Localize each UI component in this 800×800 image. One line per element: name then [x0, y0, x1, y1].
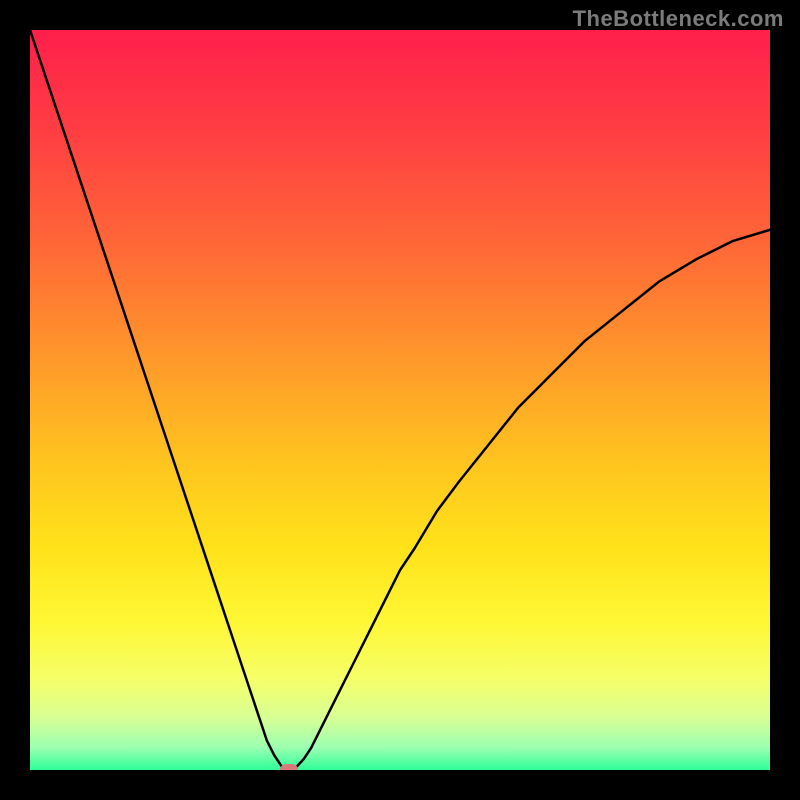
watermark-text: TheBottleneck.com [573, 6, 784, 32]
bottleneck-curve [30, 30, 770, 770]
chart-frame: TheBottleneck.com [0, 0, 800, 800]
minimum-marker [280, 764, 298, 770]
plot-area [30, 30, 770, 770]
